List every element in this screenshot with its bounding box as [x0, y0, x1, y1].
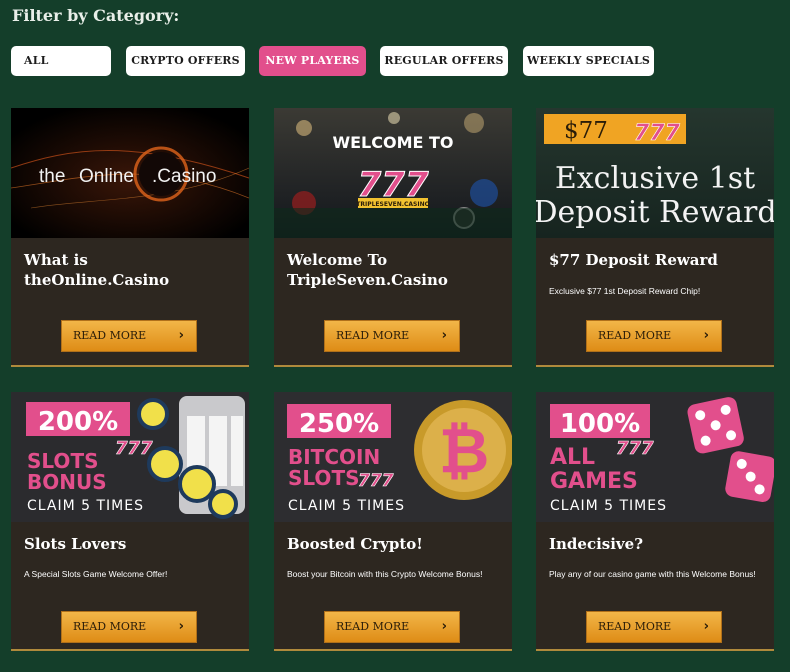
- read-more-button[interactable]: READ MORE ›: [61, 320, 197, 352]
- claim-text: CLAIM 5 TIMES: [288, 498, 405, 514]
- brand-text-casino: .Casino: [152, 166, 216, 187]
- card-title[interactable]: Indecisive?: [549, 534, 761, 554]
- offer-card: ₿ 250% BITCOIN SLOTS 777 CLAIM 5 TIMES B…: [274, 392, 512, 651]
- read-more-button[interactable]: READ MORE ›: [586, 611, 722, 643]
- card-description: Boost your Bitcoin with this Crypto Welc…: [287, 569, 483, 579]
- offer-card: 100% 777 ALL GAMES CLAIM 5 TIMES Indecis…: [536, 392, 774, 651]
- offer-card: the Online .Casino What is theOnline.Cas…: [11, 108, 249, 367]
- filter-chip-crypto-offers[interactable]: CRYPTO OFFERS: [126, 46, 245, 76]
- brand-text-the: the: [39, 166, 65, 187]
- welcome-headline: WELCOME TO: [332, 133, 453, 152]
- brand-text-online: Online: [79, 166, 134, 187]
- 777-logo: 777: [616, 438, 654, 459]
- filter-chip-new-players[interactable]: NEW PLAYERS: [259, 46, 366, 76]
- card-image-slots-bonus[interactable]: 200% 777 SLOTS BONUS CLAIM 5 TIMES: [11, 392, 249, 522]
- chevron-right-icon: ›: [178, 328, 184, 343]
- 777-logo: 777: [358, 471, 394, 491]
- read-more-label: READ MORE: [73, 329, 147, 342]
- read-more-label: READ MORE: [336, 620, 410, 633]
- card-image-bitcoin-slots[interactable]: ₿ 250% BITCOIN SLOTS 777 CLAIM 5 TIMES: [274, 392, 512, 522]
- chevron-right-icon: ›: [441, 619, 447, 634]
- filter-chip-weekly-specials[interactable]: WEEKLY SPECIALS: [523, 46, 654, 76]
- card-description: Play any of our casino game with this We…: [549, 569, 756, 579]
- card-image-all-games[interactable]: 100% 777 ALL GAMES CLAIM 5 TIMES: [536, 392, 774, 522]
- read-more-button[interactable]: READ MORE ›: [586, 320, 722, 352]
- card-image-online-casino[interactable]: the Online .Casino: [11, 108, 249, 238]
- card-title[interactable]: Welcome To TripleSeven.Casino: [287, 250, 499, 290]
- card-title[interactable]: $77 Deposit Reward: [549, 250, 761, 270]
- 777-logo: 777: [115, 438, 153, 459]
- claim-text: CLAIM 5 TIMES: [550, 498, 667, 514]
- percent-text: 250%: [299, 409, 379, 439]
- read-more-label: READ MORE: [336, 329, 410, 342]
- filter-title: Filter by Category:: [12, 6, 180, 25]
- filter-chip-all[interactable]: ALL: [11, 46, 111, 76]
- card-image-welcome[interactable]: WELCOME TO 777 TRIPLESEVEN.CASINO: [274, 108, 512, 238]
- card-description: Exclusive $77 1st Deposit Reward Chip!: [549, 286, 701, 296]
- chevron-right-icon: ›: [178, 619, 184, 634]
- headline-line-2: BONUS: [27, 470, 107, 494]
- card-title[interactable]: Boosted Crypto!: [287, 534, 499, 554]
- read-more-label: READ MORE: [598, 329, 672, 342]
- read-more-button[interactable]: READ MORE ›: [324, 320, 460, 352]
- read-more-label: READ MORE: [73, 620, 147, 633]
- claim-text: CLAIM 5 TIMES: [27, 498, 144, 514]
- read-more-label: READ MORE: [598, 620, 672, 633]
- percent-text: 100%: [560, 409, 640, 439]
- logo-subtitle: TRIPLESEVEN.CASINO: [356, 201, 429, 208]
- 777-logo: 777: [634, 121, 681, 146]
- offer-card: WELCOME TO 777 TRIPLESEVEN.CASINO Welcom…: [274, 108, 512, 367]
- read-more-button[interactable]: READ MORE ›: [324, 611, 460, 643]
- offer-card: 200% 777 SLOTS BONUS CLAIM 5 TIMES Slots…: [11, 392, 249, 651]
- chevron-right-icon: ›: [703, 619, 709, 634]
- filter-chip-regular-offers[interactable]: REGULAR OFFERS: [380, 46, 508, 76]
- chevron-right-icon: ›: [441, 328, 447, 343]
- card-title[interactable]: Slots Lovers: [24, 534, 236, 554]
- card-image-deposit-reward[interactable]: $77 777 Exclusive 1st Deposit Reward: [536, 108, 774, 238]
- offer-card: $77 777 Exclusive 1st Deposit Reward $77…: [536, 108, 774, 367]
- card-title[interactable]: What is theOnline.Casino: [24, 250, 236, 290]
- percent-text: 200%: [38, 407, 118, 437]
- headline-line-2: Deposit Reward: [536, 195, 774, 230]
- headline-line-1: ALL: [550, 445, 595, 470]
- card-description: A Special Slots Game Welcome Offer!: [24, 569, 168, 579]
- headline-line-2: GAMES: [550, 469, 638, 494]
- amount-text: $77: [564, 118, 608, 144]
- headline-line-2: SLOTS: [288, 466, 359, 490]
- bitcoin-icon: ₿: [439, 414, 490, 487]
- chevron-right-icon: ›: [703, 328, 709, 343]
- headline-line-1: Exclusive 1st: [555, 161, 755, 196]
- read-more-button[interactable]: READ MORE ›: [61, 611, 197, 643]
